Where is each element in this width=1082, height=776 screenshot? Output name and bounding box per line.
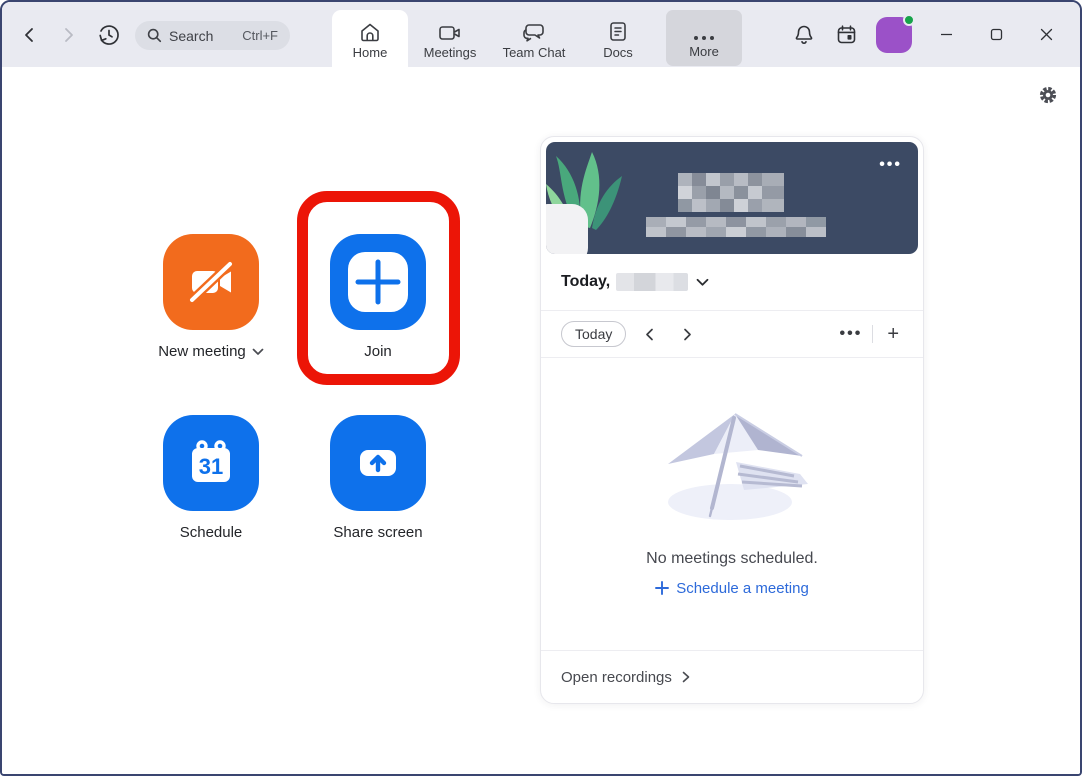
tab-docs[interactable]: Docs — [576, 10, 660, 67]
redacted-date — [646, 217, 826, 237]
tab-meetings[interactable]: Meetings — [408, 10, 492, 67]
profile-banner: ••• — [546, 142, 918, 254]
forward-arrow-icon[interactable] — [58, 24, 80, 46]
back-arrow-icon[interactable] — [18, 24, 40, 46]
titlebar: Search Ctrl+F Home Meetings Team Chat Do… — [2, 2, 1080, 67]
bell-icon[interactable] — [788, 19, 820, 51]
empty-state: No meetings scheduled. Schedule a meetin… — [541, 358, 923, 650]
calendar-icon[interactable] — [830, 19, 862, 51]
search-placeholder: Search — [169, 27, 214, 44]
schedule-a-meeting-label: Schedule a meeting — [676, 579, 809, 597]
gear-icon[interactable] — [1038, 85, 1058, 105]
schedule-button[interactable]: 31 Schedule — [146, 415, 276, 541]
join-button[interactable]: Join — [313, 234, 443, 360]
tab-label: Home — [352, 45, 388, 60]
history-icon[interactable] — [96, 22, 122, 48]
tab-home[interactable]: Home — [332, 10, 408, 67]
home-icon — [359, 20, 381, 42]
tab-label: Docs — [603, 45, 633, 60]
tab-label: Team Chat — [502, 45, 566, 60]
meetings-panel: ••• Today, Today ••• + No meetings sched… — [540, 136, 924, 704]
tab-team-chat[interactable]: Team Chat — [492, 10, 576, 67]
chevron-right-icon — [682, 671, 690, 683]
calendar-toolbar: Today ••• + — [541, 311, 923, 358]
today-button[interactable]: Today — [561, 321, 627, 347]
action-label: Join — [364, 343, 392, 360]
close-icon[interactable] — [1026, 15, 1066, 55]
redacted-date-inline — [616, 273, 689, 291]
avatar[interactable] — [876, 13, 915, 53]
plant-illustration — [546, 152, 622, 254]
screen-share-arrow-icon — [330, 415, 426, 511]
banner-ellipsis-icon[interactable]: ••• — [879, 156, 902, 174]
tab-bar: Home Meetings Team Chat Docs More — [332, 2, 742, 67]
search-icon — [147, 28, 162, 43]
join-plus-icon — [330, 234, 426, 330]
titlebar-right — [788, 2, 1066, 67]
video-off-icon — [163, 234, 259, 330]
tab-more[interactable]: More — [666, 10, 742, 66]
action-label: Share screen — [333, 524, 423, 541]
maximize-icon[interactable] — [976, 15, 1016, 55]
toolbar-divider — [872, 325, 874, 343]
chevron-left-icon[interactable] — [634, 319, 664, 349]
presence-status-dot — [903, 13, 915, 26]
search-input[interactable]: Search Ctrl+F — [135, 21, 290, 50]
more-ellipsis-icon — [693, 19, 715, 41]
toolbar-plus-icon[interactable]: + — [883, 323, 903, 346]
minimize-icon[interactable] — [926, 15, 966, 55]
tab-label: Meetings — [423, 45, 477, 60]
action-label: Schedule — [179, 524, 243, 541]
chevron-right-icon[interactable] — [672, 319, 702, 349]
calendar-31-icon: 31 — [163, 415, 259, 511]
team-chat-icon — [522, 20, 546, 42]
chevron-down-icon[interactable] — [252, 348, 264, 356]
today-heading: Today, — [561, 273, 611, 290]
toolbar-ellipsis-icon[interactable]: ••• — [840, 325, 863, 343]
meetings-video-icon — [438, 20, 462, 42]
calendar-day-number: 31 — [199, 454, 223, 479]
plus-icon — [655, 581, 670, 595]
search-shortcut: Ctrl+F — [242, 28, 278, 43]
empty-state-message: No meetings scheduled. — [646, 549, 818, 567]
share-screen-button[interactable]: Share screen — [313, 415, 443, 541]
docs-icon — [609, 20, 627, 42]
schedule-a-meeting-link[interactable]: Schedule a meeting — [655, 580, 809, 597]
beach-umbrella-illustration — [668, 412, 808, 520]
new-meeting-button[interactable]: New meeting — [146, 234, 276, 360]
toolbar-right: ••• + — [840, 323, 904, 346]
chevron-down-icon[interactable] — [696, 278, 709, 287]
action-label: New meeting — [158, 343, 246, 360]
main-content: New meeting Join 31 Schedule Share scree… — [2, 67, 1080, 774]
zoom-app-window: Search Ctrl+F Home Meetings Team Chat Do… — [0, 0, 1082, 776]
redacted-time — [678, 173, 784, 212]
tab-label: More — [689, 44, 719, 59]
today-header-row: Today, — [541, 254, 923, 311]
open-recordings-link[interactable]: Open recordings — [541, 650, 923, 703]
open-recordings-label: Open recordings — [561, 668, 672, 686]
